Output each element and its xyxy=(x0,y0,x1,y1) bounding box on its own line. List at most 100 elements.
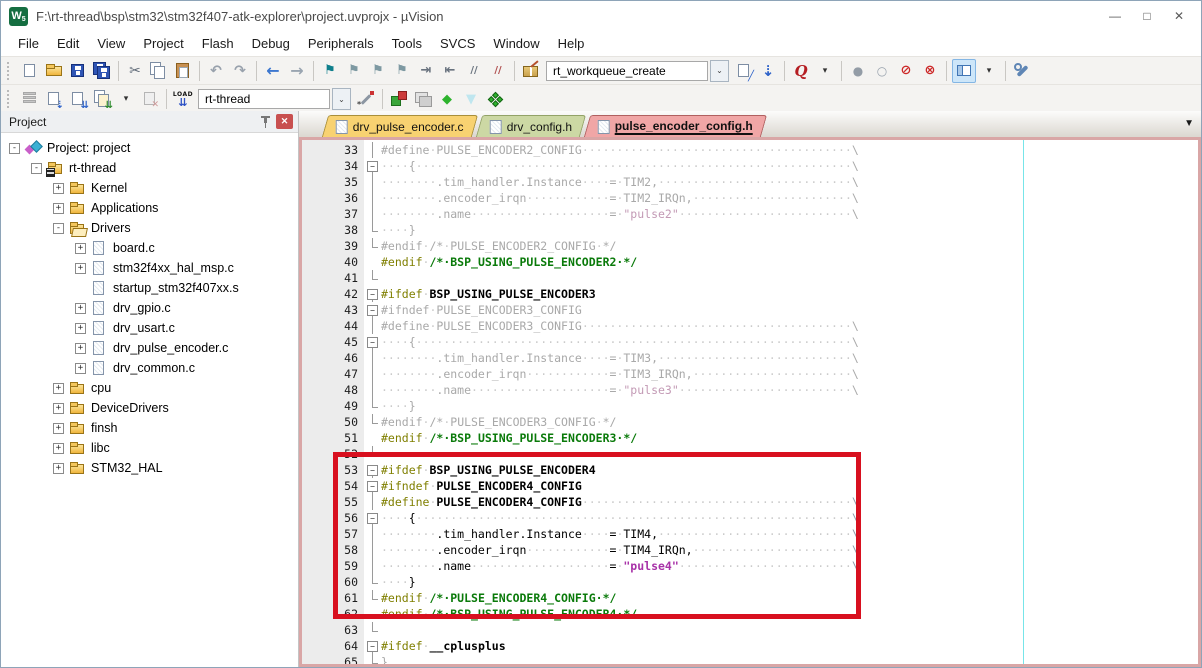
tree-item-applications[interactable]: +Applications xyxy=(1,198,298,218)
fold-collapse-icon[interactable] xyxy=(365,638,381,654)
translate-icon[interactable] xyxy=(19,88,41,110)
maximize-button[interactable]: □ xyxy=(1131,4,1163,28)
tree-expander-icon[interactable]: + xyxy=(53,203,64,214)
bookmark-prev-icon[interactable]: ⚑ xyxy=(343,60,365,82)
tree-item-stm32f4xx-hal-msp-c[interactable]: +stm32f4xx_hal_msp.c xyxy=(1,258,298,278)
bookmark-next-icon[interactable]: ⚑ xyxy=(367,60,389,82)
tree-item-drv-common-c[interactable]: +drv_common.c xyxy=(1,358,298,378)
tree-item-cpu[interactable]: +cpu xyxy=(1,378,298,398)
tree-expander-icon[interactable]: + xyxy=(53,443,64,454)
menu-item-edit[interactable]: Edit xyxy=(48,33,88,54)
tree-expander-icon[interactable]: + xyxy=(75,323,86,334)
save-file-icon[interactable] xyxy=(67,60,89,82)
toolbar-grip[interactable] xyxy=(7,90,12,108)
pin-icon[interactable] xyxy=(260,116,271,128)
manage-books-icon[interactable] xyxy=(484,88,506,110)
unindent-icon[interactable]: ⇤ xyxy=(439,60,461,82)
new-file-icon[interactable] xyxy=(19,60,41,82)
options-wand-icon[interactable]: * xyxy=(355,88,377,110)
tree-item-devicedrivers[interactable]: +DeviceDrivers xyxy=(1,398,298,418)
uncomment-icon[interactable]: // xyxy=(487,60,509,82)
batch-build-icon[interactable]: ⇊ xyxy=(91,88,113,110)
tree-item-kernel[interactable]: +Kernel xyxy=(1,178,298,198)
paste-icon[interactable] xyxy=(172,60,194,82)
fold-collapse-icon[interactable] xyxy=(365,462,381,478)
configure-wrench-icon[interactable] xyxy=(1011,60,1033,82)
navigate-back-icon[interactable]: ← xyxy=(262,60,284,82)
menu-item-flash[interactable]: Flash xyxy=(193,33,243,54)
menu-item-view[interactable]: View xyxy=(88,33,134,54)
project-panel-close-icon[interactable]: ✕ xyxy=(276,114,293,129)
menu-item-svcs[interactable]: SVCS xyxy=(431,33,484,54)
find-in-files-icon[interactable] xyxy=(520,60,542,82)
tree-expander-icon[interactable]: + xyxy=(75,303,86,314)
manage-device-icon[interactable]: ◆ xyxy=(436,88,458,110)
find-text-combo-dropdown-icon[interactable]: ⌄ xyxy=(710,60,729,82)
tree-expander-icon[interactable]: + xyxy=(53,463,64,474)
find-text-combo-value[interactable]: rt_workqueue_create xyxy=(546,61,708,81)
manage-rte-icon[interactable] xyxy=(388,88,410,110)
tree-item-project-project[interactable]: -Project: project xyxy=(1,138,298,158)
tree-item-drv-usart-c[interactable]: +drv_usart.c xyxy=(1,318,298,338)
debug-session-icon[interactable]: Q xyxy=(790,60,812,82)
menu-item-window[interactable]: Window xyxy=(484,33,548,54)
bookmark-toggle-icon[interactable]: ⚑ xyxy=(319,60,341,82)
tree-expander-icon[interactable]: + xyxy=(75,363,86,374)
tree-item-rt-thread[interactable]: -rt-thread xyxy=(1,158,298,178)
code-editor[interactable]: 33#define·PULSE_ENCODER2_CONFIG·········… xyxy=(299,137,1201,667)
breakpoint-toggle-icon[interactable]: ● xyxy=(847,60,869,82)
tree-item-drv-pulse-encoder-c[interactable]: +drv_pulse_encoder.c xyxy=(1,338,298,358)
tree-expander-icon[interactable]: + xyxy=(53,403,64,414)
breakpoint-enable-icon[interactable]: ○ xyxy=(871,60,893,82)
close-button[interactable]: ✕ xyxy=(1163,4,1195,28)
save-all-icon[interactable] xyxy=(91,60,113,82)
tree-expander-icon[interactable]: + xyxy=(53,423,64,434)
tab-drv-pulse-encoder-c[interactable]: drv_pulse_encoder.c xyxy=(322,115,478,137)
indent-icon[interactable]: ⇥ xyxy=(415,60,437,82)
filter-window-icon[interactable]: ▼ xyxy=(460,88,482,110)
search-document-icon[interactable]: ╱ xyxy=(733,60,755,82)
menu-item-help[interactable]: Help xyxy=(549,33,594,54)
build-icon[interactable]: ⇣ xyxy=(43,88,65,110)
stop-build-icon[interactable]: ✕ xyxy=(139,88,161,110)
debug-dropdown-icon[interactable]: ▾ xyxy=(814,60,836,82)
download-icon[interactable]: LOAD⇊ xyxy=(172,88,194,110)
tree-item-stm32-hal[interactable]: +STM32_HAL xyxy=(1,458,298,478)
tree-expander-icon[interactable]: - xyxy=(31,163,42,174)
target-select-combo-value[interactable]: rt-thread xyxy=(198,89,330,109)
cut-icon[interactable]: ✂ xyxy=(124,60,146,82)
tree-item-drv-gpio-c[interactable]: +drv_gpio.c xyxy=(1,298,298,318)
tree-expander-icon[interactable]: - xyxy=(53,223,64,234)
menu-item-tools[interactable]: Tools xyxy=(383,33,431,54)
tree-expander-icon[interactable]: + xyxy=(75,343,86,354)
incremental-find-icon[interactable]: ⇣ xyxy=(757,60,779,82)
tree-item-drivers[interactable]: -Drivers xyxy=(1,218,298,238)
menu-item-debug[interactable]: Debug xyxy=(243,33,299,54)
tab-pulse-encoder-config-h[interactable]: pulse_encoder_config.h xyxy=(584,115,767,137)
tree-expander-icon[interactable]: + xyxy=(53,383,64,394)
tree-expander-icon[interactable]: - xyxy=(9,143,20,154)
menu-item-peripherals[interactable]: Peripherals xyxy=(299,33,383,54)
copy-icon[interactable] xyxy=(148,60,170,82)
tab-overflow-icon[interactable]: ▼ xyxy=(1184,118,1194,129)
open-file-icon[interactable] xyxy=(43,60,65,82)
redo-icon[interactable]: ↷ xyxy=(229,60,251,82)
tree-expander-icon[interactable]: + xyxy=(75,263,86,274)
rebuild-icon[interactable]: ⇊ xyxy=(67,88,89,110)
undo-icon[interactable]: ↶ xyxy=(205,60,227,82)
fold-collapse-icon[interactable] xyxy=(365,510,381,526)
breakpoint-disable-all-icon[interactable]: ⊘ xyxy=(895,60,917,82)
layout-dropdown-icon[interactable]: ▾ xyxy=(978,60,1000,82)
fold-collapse-icon[interactable] xyxy=(365,334,381,350)
menu-item-file[interactable]: File xyxy=(9,33,48,54)
minimize-button[interactable]: — xyxy=(1099,4,1131,28)
menu-item-project[interactable]: Project xyxy=(134,33,192,54)
tab-drv-config-h[interactable]: drv_config.h xyxy=(476,115,587,137)
target-select-combo-dropdown-icon[interactable]: ⌄ xyxy=(332,88,351,110)
window-layout-icon[interactable] xyxy=(952,59,976,83)
tree-item-finsh[interactable]: +finsh xyxy=(1,418,298,438)
fold-collapse-icon[interactable] xyxy=(365,478,381,494)
batch-dropdown-icon[interactable]: ▾ xyxy=(115,88,137,110)
manage-items-icon[interactable] xyxy=(412,88,434,110)
tree-expander-icon[interactable]: + xyxy=(75,243,86,254)
